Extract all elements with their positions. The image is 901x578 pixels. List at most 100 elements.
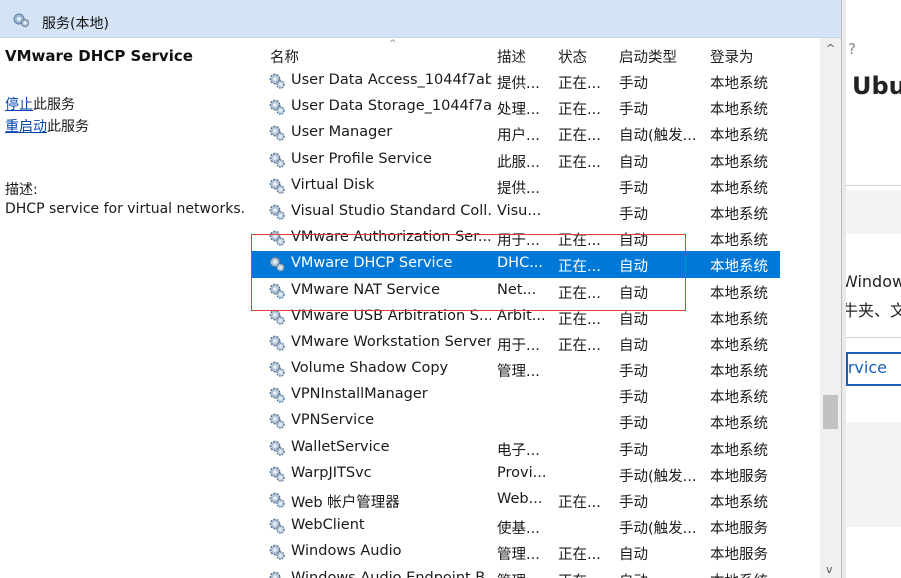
service-description-cell: 用于... bbox=[497, 337, 540, 354]
service-logon-cell: 本地系统 bbox=[710, 311, 768, 328]
restart-service-link[interactable]: 重启动 bbox=[5, 119, 47, 135]
service-gear-icon bbox=[268, 72, 286, 94]
help-icon[interactable]: ? bbox=[848, 40, 856, 58]
service-description-cell: 此服... bbox=[497, 154, 540, 171]
vertical-scrollbar[interactable]: ^ v bbox=[820, 38, 841, 578]
table-row[interactable]: WebClient 使基... 手动(触发... 本地服务 bbox=[252, 513, 780, 539]
column-header-startup-type[interactable]: 启动类型 bbox=[619, 38, 677, 68]
service-status-cell: 正在... bbox=[558, 76, 601, 92]
service-startup-cell: 自动 bbox=[619, 154, 648, 171]
table-row[interactable]: Web 帐户管理器 Web... 正在... 手动 本地系统 bbox=[252, 487, 780, 513]
service-name-cell: User Profile Service bbox=[291, 150, 432, 167]
service-gear-icon bbox=[268, 229, 286, 251]
service-startup-cell: 自动 bbox=[619, 547, 648, 564]
scroll-up-arrow-icon[interactable]: ^ bbox=[826, 42, 835, 55]
divider-line bbox=[846, 185, 901, 186]
service-logon-cell: 本地系统 bbox=[710, 233, 768, 250]
service-description-cell: 管理... bbox=[497, 364, 540, 381]
table-row[interactable]: User Data Access_1044f7ab 提供... 正在... 手动 本地系… bbox=[252, 68, 780, 94]
service-details-pane: VMware DHCP Service 停止此服务 重启动此服务 描述: DHC… bbox=[0, 38, 252, 578]
table-row[interactable]: User Manager 用户... 正在... 自动(触发... 本地系统 bbox=[252, 120, 780, 146]
service-name-cell: Web 帐户管理器 bbox=[291, 495, 400, 511]
service-startup-cell: 手动 bbox=[619, 442, 648, 459]
service-logon-cell: 本地系统 bbox=[710, 390, 768, 407]
table-row[interactable]: VMware NAT Service Net... 正在... 自动 本地系统 bbox=[252, 278, 780, 304]
scroll-down-arrow-icon[interactable]: v bbox=[826, 563, 833, 576]
table-row[interactable]: VMware Workstation Server 用于... 正在... 自动 本地系… bbox=[252, 330, 780, 356]
service-status-cell: 正在... bbox=[558, 102, 601, 119]
service-logon-cell: 本地系统 bbox=[710, 285, 768, 302]
service-status-cell: 正在... bbox=[558, 128, 601, 145]
table-row[interactable]: VPNService 手动 本地系统 bbox=[252, 408, 780, 434]
service-logon-cell: 本地系统 bbox=[710, 442, 768, 459]
service-name-cell: Windows Audio Endpoint B... bbox=[291, 569, 491, 578]
service-status-cell: 正在... bbox=[558, 311, 601, 328]
background-window: ? Ubu Window 牛夹、文 ervice bbox=[846, 0, 901, 578]
service-name-cell: WalletService bbox=[291, 438, 390, 455]
gray-panel bbox=[846, 422, 901, 527]
service-gear-icon bbox=[268, 386, 286, 408]
service-name-cell: Visual Studio Standard Coll... bbox=[291, 202, 491, 219]
service-name-cell: VMware DHCP Service bbox=[291, 255, 453, 272]
service-startup-cell: 手动 bbox=[619, 390, 648, 407]
service-description-cell: 提供... bbox=[497, 180, 540, 197]
service-startup-cell: 手动 bbox=[619, 180, 648, 197]
service-name-cell: VMware NAT Service bbox=[291, 281, 441, 298]
service-startup-cell: 手动 bbox=[619, 76, 648, 92]
table-row-selected[interactable]: VMware DHCP Service DHC... 正在... 自动 本地系统 bbox=[252, 251, 780, 278]
service-startup-cell: 自动 bbox=[619, 311, 648, 328]
service-description-cell: Net... bbox=[497, 281, 537, 298]
service-status-cell: 正在... bbox=[558, 233, 601, 250]
service-name-cell: User Manager bbox=[291, 124, 393, 141]
table-row[interactable]: User Profile Service 此服... 正在... 自动 本地系统 bbox=[252, 147, 780, 173]
service-startup-cell: 手动(触发... bbox=[619, 468, 697, 485]
table-row[interactable]: VMware Authorization Ser... 用于... 正在... 自动 本… bbox=[252, 225, 780, 251]
table-row[interactable]: User Data Storage_1044f7ab 处理... 正在... 手动 本地… bbox=[252, 94, 780, 120]
scrollbar-thumb[interactable] bbox=[823, 395, 838, 429]
stop-service-suffix: 此服务 bbox=[33, 97, 75, 113]
service-gear-icon bbox=[268, 439, 286, 461]
services-icon bbox=[12, 12, 30, 32]
table-row[interactable]: Virtual Disk 提供... 手动 本地系统 bbox=[252, 173, 780, 199]
table-row[interactable]: Windows Audio 管理... 正在... 自动 本地服务 bbox=[252, 539, 780, 565]
description-label: 描述: bbox=[5, 182, 38, 198]
sort-ascending-icon: ^ bbox=[389, 39, 397, 49]
service-description-cell: 用户... bbox=[497, 128, 540, 145]
service-name-cell: User Data Access_1044f7ab bbox=[291, 72, 491, 88]
column-header-logon-as[interactable]: 登录为 bbox=[710, 38, 754, 68]
service-logon-cell: 本地系统 bbox=[710, 76, 768, 92]
column-header-name[interactable]: 名称 ^ bbox=[270, 38, 490, 68]
service-logon-cell: 本地系统 bbox=[710, 495, 768, 511]
service-name-cell: VMware Authorization Ser... bbox=[291, 229, 491, 246]
service-description-cell: DHC... bbox=[497, 255, 544, 272]
service-name-cell: VPNInstallManager bbox=[291, 386, 428, 403]
service-logon-cell: 本地系统 bbox=[710, 259, 768, 276]
service-gear-icon bbox=[268, 491, 286, 513]
table-row[interactable]: Volume Shadow Copy 管理... 手动 本地系统 bbox=[252, 356, 780, 382]
service-logon-cell: 本地系统 bbox=[710, 180, 768, 197]
service-startup-cell: 手动 bbox=[619, 206, 648, 223]
service-description-cell: 处理... bbox=[497, 102, 540, 119]
stop-service-link[interactable]: 停止 bbox=[5, 97, 33, 113]
table-row[interactable]: Windows Audio Endpoint B... 管理... 正在... 自动本… bbox=[252, 566, 780, 578]
table-row[interactable]: WarpJITSvc Provi... 手动(触发... 本地服务 bbox=[252, 461, 780, 487]
service-status-cell: 正在... bbox=[558, 495, 601, 511]
service-startup-cell: 自动 bbox=[619, 233, 648, 250]
table-row[interactable]: VPNInstallManager 手动 本地系统 bbox=[252, 382, 780, 408]
service-startup-cell: 手动 bbox=[619, 102, 648, 119]
pane-header: 服务(本地) bbox=[0, 0, 841, 38]
service-name-cell: VMware USB Arbitration S... bbox=[291, 307, 491, 324]
background-service-button-label: ervice bbox=[846, 358, 887, 377]
service-logon-cell: 本地系统 bbox=[710, 416, 768, 433]
service-status-cell: 正在... bbox=[558, 337, 601, 354]
table-row[interactable]: Visual Studio Standard Coll... Visu... 手动 本… bbox=[252, 199, 780, 225]
column-header-description[interactable]: 描述 bbox=[497, 38, 526, 68]
table-row[interactable]: WalletService 电子... 手动 本地系统 bbox=[252, 435, 780, 461]
service-gear-icon bbox=[268, 282, 286, 304]
service-name-cell: Virtual Disk bbox=[291, 176, 375, 193]
service-logon-cell: 本地服务 bbox=[710, 521, 768, 538]
column-header-status[interactable]: 状态 bbox=[558, 38, 587, 68]
service-name-cell: VMware Workstation Server bbox=[291, 333, 491, 350]
table-row[interactable]: VMware USB Arbitration S... Arbit... 正在...… bbox=[252, 304, 780, 330]
service-gear-icon bbox=[268, 334, 286, 356]
